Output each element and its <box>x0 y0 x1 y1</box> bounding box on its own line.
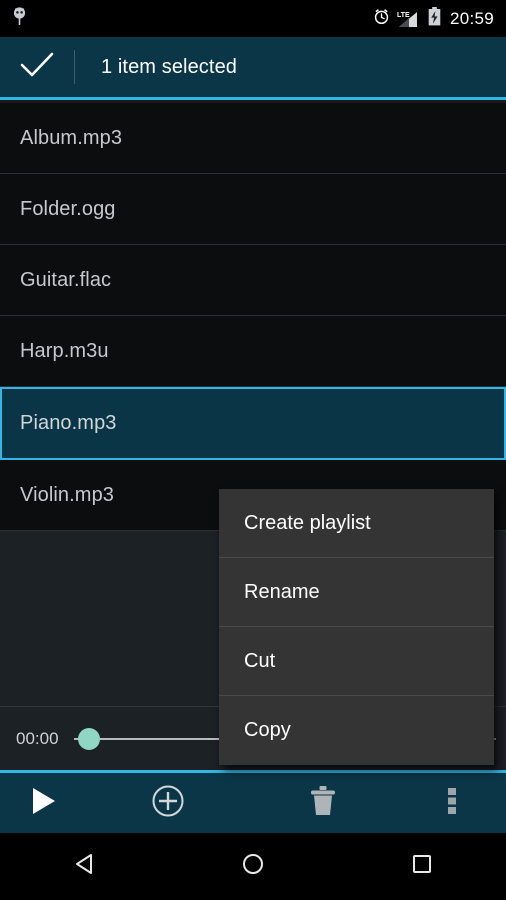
list-item[interactable]: Folder.ogg <box>0 174 506 245</box>
status-bar-icons: LTE 20:59 <box>373 6 498 31</box>
overflow-menu-icon <box>447 786 457 821</box>
delete-button[interactable] <box>248 773 398 833</box>
status-bar-notifications <box>12 6 27 31</box>
file-name-label: Harp.m3u <box>20 339 109 362</box>
done-button[interactable] <box>0 37 74 97</box>
file-name-label: Guitar.flac <box>20 268 112 291</box>
android-robot-icon <box>12 6 27 31</box>
back-button[interactable] <box>0 833 169 900</box>
play-button[interactable] <box>0 773 88 833</box>
phone-screen: LTE 20:59 1 item selected Album.mp3 Fold… <box>0 0 506 900</box>
file-name-label: Folder.ogg <box>20 197 116 220</box>
back-triangle-icon <box>71 851 97 882</box>
menu-item-label: Cut <box>244 649 276 672</box>
menu-item-label: Create playlist <box>244 511 371 534</box>
menu-item-cut[interactable]: Cut <box>219 627 494 696</box>
context-menu[interactable]: Create playlist Rename Cut Copy <box>219 489 494 765</box>
seekbar-thumb[interactable] <box>78 727 100 750</box>
file-name-label: Piano.mp3 <box>20 412 117 434</box>
list-item[interactable]: Guitar.flac <box>0 245 506 316</box>
checkmark-icon <box>20 52 54 83</box>
file-name-label: Violin.mp3 <box>20 483 115 506</box>
signal-bars-icon: LTE <box>397 10 421 28</box>
list-item-selected[interactable]: Piano.mp3 <box>0 387 506 460</box>
menu-item-copy[interactable]: Copy <box>219 696 494 765</box>
list-item[interactable]: Album.mp3 <box>0 103 506 174</box>
trash-icon <box>309 785 337 822</box>
list-item[interactable]: Harp.m3u <box>0 316 506 387</box>
recents-square-icon <box>409 851 435 882</box>
plus-circle-icon <box>151 784 185 823</box>
status-clock: 20:59 <box>449 8 494 28</box>
bottom-action-bar <box>0 770 506 833</box>
home-button[interactable] <box>169 833 338 900</box>
contextual-action-bar: 1 item selected <box>0 37 506 100</box>
status-bar: LTE 20:59 <box>0 0 506 37</box>
menu-item-create-playlist[interactable]: Create playlist <box>219 489 494 558</box>
current-time-label: 00:00 <box>16 728 59 748</box>
play-icon <box>30 786 58 821</box>
menu-item-label: Rename <box>244 580 320 603</box>
recents-button[interactable] <box>337 833 506 900</box>
selection-count-label: 1 item selected <box>101 55 238 78</box>
menu-item-label: Copy <box>244 719 291 741</box>
add-button[interactable] <box>88 773 248 833</box>
home-circle-icon <box>240 851 266 882</box>
system-navigation-bar <box>0 833 506 900</box>
overflow-button[interactable] <box>398 773 506 833</box>
battery-charging-icon <box>428 6 441 31</box>
menu-item-rename[interactable]: Rename <box>219 558 494 627</box>
svg-text:LTE: LTE <box>397 12 410 19</box>
alarm-clock-icon <box>373 8 390 30</box>
file-name-label: Album.mp3 <box>20 126 123 149</box>
